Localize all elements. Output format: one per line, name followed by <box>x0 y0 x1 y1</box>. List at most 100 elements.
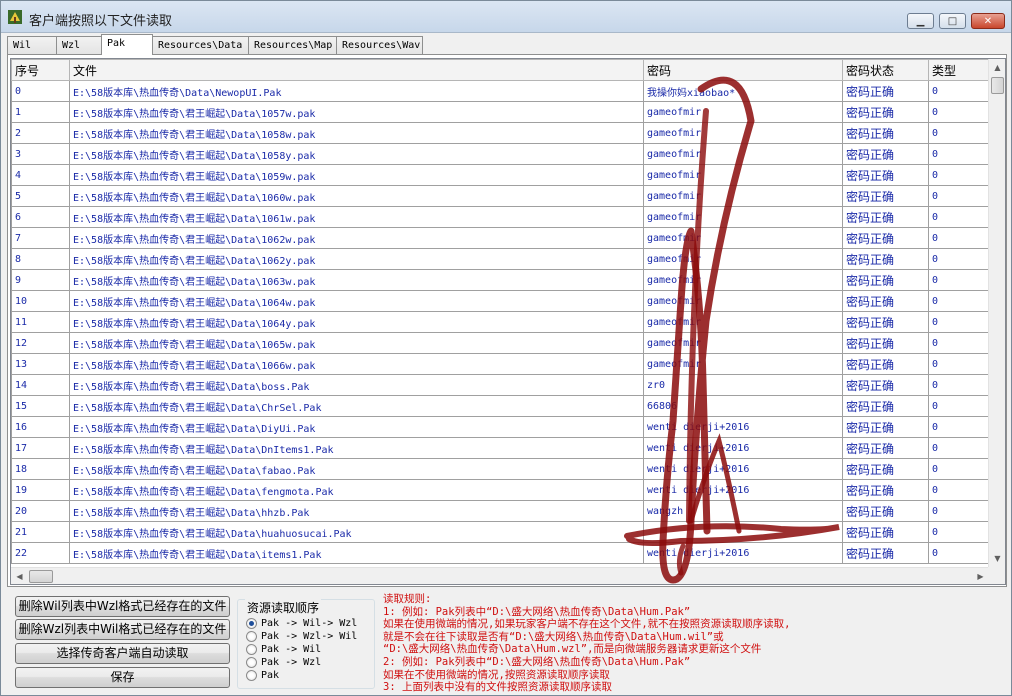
scroll-down-arrow-icon[interactable]: ▼ <box>989 550 1005 567</box>
table-row[interactable]: 19 E:\58版本库\热血传奇\君王崛起\Data\fengmota.Pak we… <box>11 479 989 501</box>
horizontal-scroll-thumb[interactable] <box>29 570 53 583</box>
cell-index[interactable]: 13 <box>11 353 70 375</box>
table-row[interactable]: 18 E:\58版本库\热血传奇\君王崛起\Data\fabao.Pak wenti… <box>11 458 989 480</box>
resource-order-option[interactable]: Pak -> Wil-> Wzl <box>246 617 357 629</box>
cell-password[interactable]: gameofmir <box>643 248 843 270</box>
tab-resources-map[interactable]: Resources\Map <box>248 36 337 55</box>
radio-button-icon[interactable] <box>246 656 257 668</box>
cell-file[interactable]: E:\58版本库\热血传奇\君王崛起\Data\1059w.pak <box>69 164 644 186</box>
cell-file[interactable]: E:\58版本库\热血传奇\君王崛起\Data\1058w.pak <box>69 122 644 144</box>
cell-password[interactable]: wenti dierji+2016 <box>643 542 843 564</box>
cell-type[interactable]: 0 <box>928 122 989 144</box>
cell-status[interactable]: 密码正确 <box>842 227 929 249</box>
cell-type[interactable]: 0 <box>928 311 989 333</box>
cell-status[interactable]: 密码正确 <box>842 353 929 375</box>
table-row[interactable]: 14 E:\58版本库\热血传奇\君王崛起\Data\boss.Pak zr0 密码正… <box>11 374 989 396</box>
radio-button-icon[interactable] <box>246 630 257 642</box>
table-row[interactable]: 12 E:\58版本库\热血传奇\君王崛起\Data\1065w.pak gameo… <box>11 332 989 354</box>
cell-type[interactable]: 0 <box>928 374 989 396</box>
scroll-left-arrow-icon[interactable]: ◀ <box>11 568 28 584</box>
cell-type[interactable]: 0 <box>928 500 989 522</box>
cell-password[interactable]: gameofmir <box>643 290 843 312</box>
radio-button-icon[interactable] <box>246 669 257 681</box>
cell-type[interactable]: 0 <box>928 437 989 459</box>
cell-password[interactable]: wenti dierji+2016 <box>643 416 843 438</box>
cell-type[interactable]: 0 <box>928 185 989 207</box>
cell-file[interactable]: E:\58版本库\热血传奇\君王崛起\Data\huahuosucai.Pak <box>69 521 644 543</box>
cell-password[interactable]: gameofmir <box>643 206 843 228</box>
vertical-scroll-thumb[interactable] <box>991 77 1004 94</box>
cell-file[interactable]: E:\58版本库\热血传奇\君王崛起\Data\1057w.pak <box>69 101 644 123</box>
cell-file[interactable]: E:\58版本库\热血传奇\Data\NewopUI.Pak <box>69 80 644 102</box>
cell-type[interactable]: 0 <box>928 290 989 312</box>
cell-password[interactable]: gameofmir <box>643 143 843 165</box>
cell-status[interactable]: 密码正确 <box>842 479 929 501</box>
cell-index[interactable]: 7 <box>11 227 70 249</box>
cell-password[interactable]: gameofmir <box>643 353 843 375</box>
column-header-file[interactable]: 文件 <box>69 59 644 81</box>
cell-password[interactable]: wangzh <box>643 500 843 522</box>
scroll-right-arrow-icon[interactable]: ▶ <box>972 568 989 584</box>
cell-status[interactable]: 密码正确 <box>842 143 929 165</box>
cell-file[interactable]: E:\58版本库\热血传奇\君王崛起\Data\1060w.pak <box>69 185 644 207</box>
table-row[interactable]: 11 E:\58版本库\热血传奇\君王崛起\Data\1064y.pak gameo… <box>11 311 989 333</box>
cell-index[interactable]: 2 <box>11 122 70 144</box>
delete-wzl-duplicates-button[interactable]: 删除Wzl列表中Wil格式已经存在的文件 <box>15 619 230 640</box>
cell-type[interactable]: 0 <box>928 269 989 291</box>
tab-wil[interactable]: Wil <box>7 36 57 55</box>
cell-type[interactable]: 0 <box>928 332 989 354</box>
cell-status[interactable]: 密码正确 <box>842 437 929 459</box>
cell-password[interactable] <box>643 521 843 543</box>
cell-status[interactable]: 密码正确 <box>842 122 929 144</box>
cell-file[interactable]: E:\58版本库\热血传奇\君王崛起\Data\1061w.pak <box>69 206 644 228</box>
cell-password[interactable]: gameofmir <box>643 332 843 354</box>
horizontal-scrollbar[interactable]: ◀ ▶ <box>11 567 989 584</box>
cell-password[interactable]: zr0 <box>643 374 843 396</box>
cell-type[interactable]: 0 <box>928 395 989 417</box>
table-row[interactable]: 3 E:\58版本库\热血传奇\君王崛起\Data\1058y.pak gameof… <box>11 143 989 165</box>
cell-status[interactable]: 密码正确 <box>842 311 929 333</box>
cell-file[interactable]: E:\58版本库\热血传奇\君王崛起\Data\1064y.pak <box>69 311 644 333</box>
cell-file[interactable]: E:\58版本库\热血传奇\君王崛起\Data\fabao.Pak <box>69 458 644 480</box>
table-row[interactable]: 6 E:\58版本库\热血传奇\君王崛起\Data\1061w.pak gameof… <box>11 206 989 228</box>
table-row[interactable]: 9 E:\58版本库\热血传奇\君王崛起\Data\1063w.pak gameof… <box>11 269 989 291</box>
table-row[interactable]: 20 E:\58版本库\热血传奇\君王崛起\Data\hhzb.Pak wangzh… <box>11 500 989 522</box>
cell-password[interactable]: gameofmir <box>643 122 843 144</box>
cell-index[interactable]: 22 <box>11 542 70 564</box>
cell-index[interactable]: 4 <box>11 164 70 186</box>
tab-resources-wav[interactable]: Resources\Wav <box>336 36 423 55</box>
table-row[interactable]: 22 E:\58版本库\热血传奇\君王崛起\Data\items1.Pak went… <box>11 542 989 564</box>
pak-file-grid[interactable]: 序号 文件 密码 密码状态 类型 0 E:\58版本库\热血传奇\Data\New… <box>10 58 1006 585</box>
cell-status[interactable]: 密码正确 <box>842 290 929 312</box>
table-row[interactable]: 2 E:\58版本库\热血传奇\君王崛起\Data\1058w.pak gameof… <box>11 122 989 144</box>
cell-index[interactable]: 19 <box>11 479 70 501</box>
cell-type[interactable]: 0 <box>928 248 989 270</box>
cell-index[interactable]: 14 <box>11 374 70 396</box>
cell-password[interactable]: gameofmir <box>643 164 843 186</box>
table-row[interactable]: 17 E:\58版本库\热血传奇\君王崛起\Data\DnItems1.Pak we… <box>11 437 989 459</box>
table-row[interactable]: 8 E:\58版本库\热血传奇\君王崛起\Data\1062y.pak gameof… <box>11 248 989 270</box>
cell-file[interactable]: E:\58版本库\热血传奇\君王崛起\Data\1058y.pak <box>69 143 644 165</box>
table-row[interactable]: 13 E:\58版本库\热血传奇\君王崛起\Data\1066w.pak gameo… <box>11 353 989 375</box>
cell-type[interactable]: 0 <box>928 206 989 228</box>
maximize-button[interactable]: □ <box>939 13 966 29</box>
cell-file[interactable]: E:\58版本库\热血传奇\君王崛起\Data\items1.Pak <box>69 542 644 564</box>
cell-status[interactable]: 密码正确 <box>842 332 929 354</box>
resource-order-option[interactable]: Pak -> Wil <box>246 643 321 655</box>
auto-read-client-button[interactable]: 选择传奇客户端自动读取 <box>15 643 230 664</box>
cell-status[interactable]: 密码正确 <box>842 101 929 123</box>
delete-wil-duplicates-button[interactable]: 删除Wil列表中Wzl格式已经存在的文件 <box>15 596 230 617</box>
cell-type[interactable]: 0 <box>928 458 989 480</box>
cell-status[interactable]: 密码正确 <box>842 164 929 186</box>
cell-password[interactable]: wenti dierji+2016 <box>643 437 843 459</box>
minimize-button[interactable]: ▁ <box>907 13 934 29</box>
radio-button-icon[interactable] <box>246 617 257 629</box>
cell-status[interactable]: 密码正确 <box>842 416 929 438</box>
radio-button-icon[interactable] <box>246 643 257 655</box>
cell-type[interactable]: 0 <box>928 101 989 123</box>
cell-file[interactable]: E:\58版本库\热血传奇\君王崛起\Data\1064w.pak <box>69 290 644 312</box>
cell-index[interactable]: 1 <box>11 101 70 123</box>
cell-file[interactable]: E:\58版本库\热血传奇\君王崛起\Data\1062y.pak <box>69 248 644 270</box>
table-row[interactable]: 4 E:\58版本库\热血传奇\君王崛起\Data\1059w.pak gameof… <box>11 164 989 186</box>
cell-password[interactable]: gameofmir <box>643 101 843 123</box>
